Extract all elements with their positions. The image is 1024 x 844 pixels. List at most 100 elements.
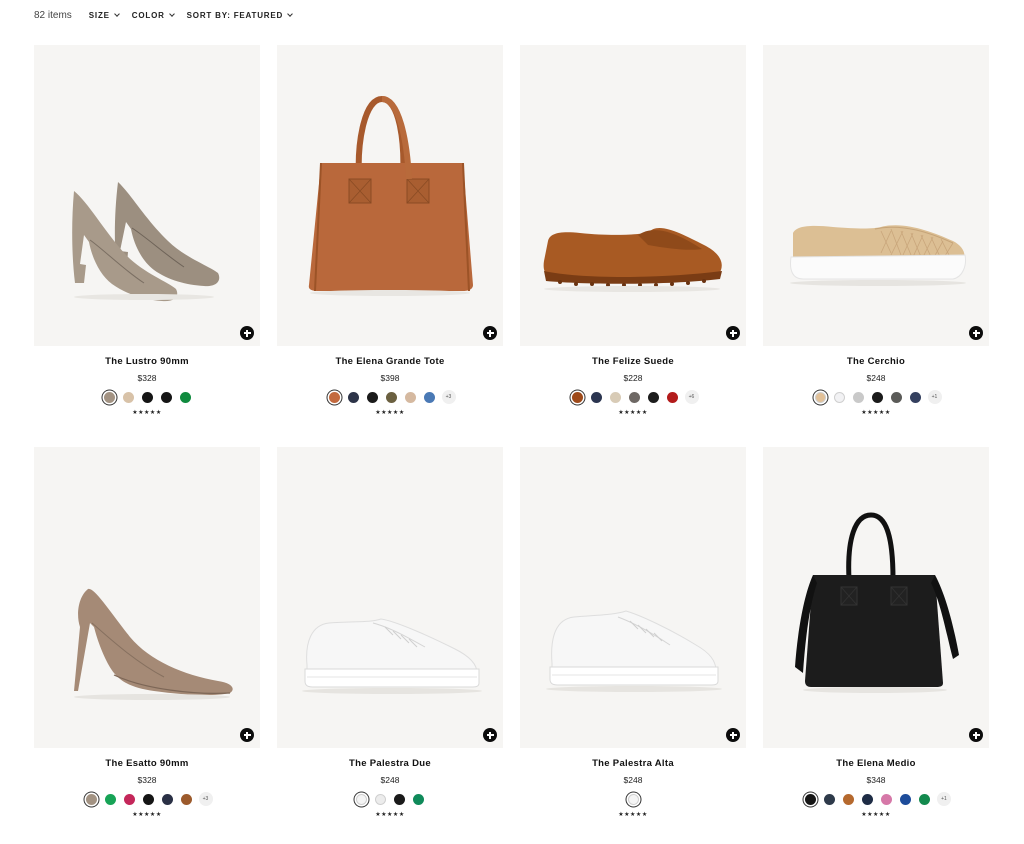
color-swatch[interactable] xyxy=(328,391,340,403)
color-swatch[interactable] xyxy=(833,391,845,403)
color-swatch[interactable] xyxy=(141,391,153,403)
color-swatch[interactable] xyxy=(628,391,640,403)
product-price: $248 xyxy=(623,775,643,785)
product-name[interactable]: The Lustro 90mm xyxy=(34,356,260,367)
add-to-cart-icon[interactable] xyxy=(240,326,254,340)
product-name[interactable]: The Cerchio xyxy=(763,356,989,367)
product-price: $398 xyxy=(380,373,400,383)
star-rating: ★★★★★ xyxy=(375,812,405,818)
color-swatch[interactable] xyxy=(85,793,97,805)
color-swatch[interactable] xyxy=(179,391,191,403)
color-swatch[interactable] xyxy=(161,793,173,805)
product-image[interactable] xyxy=(34,45,260,346)
product-image[interactable] xyxy=(34,447,260,748)
size-filter[interactable]: SIZE xyxy=(88,10,120,20)
color-swatch[interactable] xyxy=(160,391,172,403)
add-to-cart-icon[interactable] xyxy=(969,728,983,742)
white-sneaker-image xyxy=(546,610,722,692)
sort-dropdown[interactable]: SORT BY: FEATURED xyxy=(187,11,293,20)
more-colors-badge[interactable]: +1 xyxy=(927,390,942,404)
color-swatch[interactable] xyxy=(347,391,359,403)
product-grid: The Lustro 90mm $328 ★★★★★ The Elena Gra… xyxy=(34,45,989,844)
product-image[interactable] xyxy=(277,447,503,748)
color-swatch[interactable] xyxy=(609,391,621,403)
star-rating: ★★★★★ xyxy=(375,410,405,416)
product-image[interactable] xyxy=(763,447,989,748)
add-to-cart-icon[interactable] xyxy=(240,728,254,742)
black-handbag-image xyxy=(795,512,959,693)
color-swatch[interactable] xyxy=(122,391,134,403)
color-swatch[interactable] xyxy=(909,391,921,403)
color-swatches xyxy=(520,792,746,806)
woven-slip-on-image xyxy=(790,225,966,286)
more-colors-badge[interactable]: +3 xyxy=(441,390,456,404)
color-swatch[interactable] xyxy=(413,793,424,805)
add-to-cart-icon[interactable] xyxy=(726,326,740,340)
add-to-cart-icon[interactable] xyxy=(483,728,497,742)
color-swatch[interactable] xyxy=(919,793,930,805)
color-swatch[interactable] xyxy=(627,793,639,805)
pump-heels-image xyxy=(72,182,220,302)
product-price: $228 xyxy=(623,373,643,383)
color-swatch[interactable] xyxy=(394,793,405,805)
color-swatch[interactable] xyxy=(852,391,864,403)
color-swatch[interactable] xyxy=(647,391,659,403)
color-swatch[interactable] xyxy=(805,793,816,805)
color-swatch[interactable] xyxy=(423,391,435,403)
color-swatch[interactable] xyxy=(900,793,911,805)
color-swatches: +1 xyxy=(763,390,989,404)
color-swatch[interactable] xyxy=(814,391,826,403)
product-name[interactable]: The Elena Grande Tote xyxy=(277,356,503,367)
color-swatch[interactable] xyxy=(871,391,883,403)
color-swatch[interactable] xyxy=(385,391,397,403)
product-card: The Esatto 90mm $328 +3 ★★★★★ xyxy=(34,447,260,844)
product-price: $328 xyxy=(137,775,157,785)
more-colors-badge[interactable]: +1 xyxy=(937,792,951,806)
add-to-cart-icon[interactable] xyxy=(969,326,983,340)
add-to-cart-icon[interactable] xyxy=(726,728,740,742)
chevron-down-icon xyxy=(113,10,120,17)
chevron-down-icon xyxy=(168,10,175,17)
color-swatch[interactable] xyxy=(404,391,416,403)
product-name[interactable]: The Felize Suede xyxy=(520,356,746,367)
color-filter[interactable]: COLOR xyxy=(131,10,175,20)
product-price: $248 xyxy=(380,775,400,785)
color-swatch[interactable] xyxy=(881,793,892,805)
size-filter-label: SIZE xyxy=(88,10,110,20)
color-swatch[interactable] xyxy=(123,793,135,805)
color-swatch[interactable] xyxy=(590,391,602,403)
color-swatch[interactable] xyxy=(103,391,115,403)
more-colors-badge[interactable]: +6 xyxy=(684,390,699,404)
add-to-cart-icon[interactable] xyxy=(483,326,497,340)
product-card: The Felize Suede $228 +6 ★★★★★ xyxy=(520,45,746,447)
more-colors-badge[interactable]: +3 xyxy=(198,792,213,806)
product-image[interactable] xyxy=(277,45,503,346)
color-swatch[interactable] xyxy=(666,391,678,403)
color-swatch[interactable] xyxy=(862,793,873,805)
product-image[interactable] xyxy=(520,447,746,748)
color-filter-label: COLOR xyxy=(131,10,165,20)
white-sneaker-image xyxy=(302,618,482,694)
product-name[interactable]: The Palestra Alta xyxy=(520,758,746,769)
color-swatch[interactable] xyxy=(824,793,835,805)
color-swatch[interactable] xyxy=(571,391,583,403)
color-swatch[interactable] xyxy=(104,793,116,805)
product-card: The Palestra Due $248 ★★★★★ xyxy=(277,447,503,844)
product-image[interactable] xyxy=(520,45,746,346)
product-image[interactable] xyxy=(763,45,989,346)
color-swatch[interactable] xyxy=(356,793,367,805)
product-name[interactable]: The Elena Medio xyxy=(763,758,989,769)
color-swatch[interactable] xyxy=(375,793,386,805)
color-swatch[interactable] xyxy=(890,391,902,403)
product-card: The Lustro 90mm $328 ★★★★★ xyxy=(34,45,260,447)
star-rating: ★★★★★ xyxy=(861,812,891,818)
color-swatch[interactable] xyxy=(180,793,192,805)
color-swatches: +1 xyxy=(763,792,989,806)
product-price: $248 xyxy=(866,373,886,383)
color-swatch[interactable] xyxy=(843,793,854,805)
color-swatch[interactable] xyxy=(142,793,154,805)
product-name[interactable]: The Esatto 90mm xyxy=(34,758,260,769)
color-swatch[interactable] xyxy=(366,391,378,403)
product-card: The Cerchio $248 +1 ★★★★★ xyxy=(763,45,989,447)
product-name[interactable]: The Palestra Due xyxy=(277,758,503,769)
